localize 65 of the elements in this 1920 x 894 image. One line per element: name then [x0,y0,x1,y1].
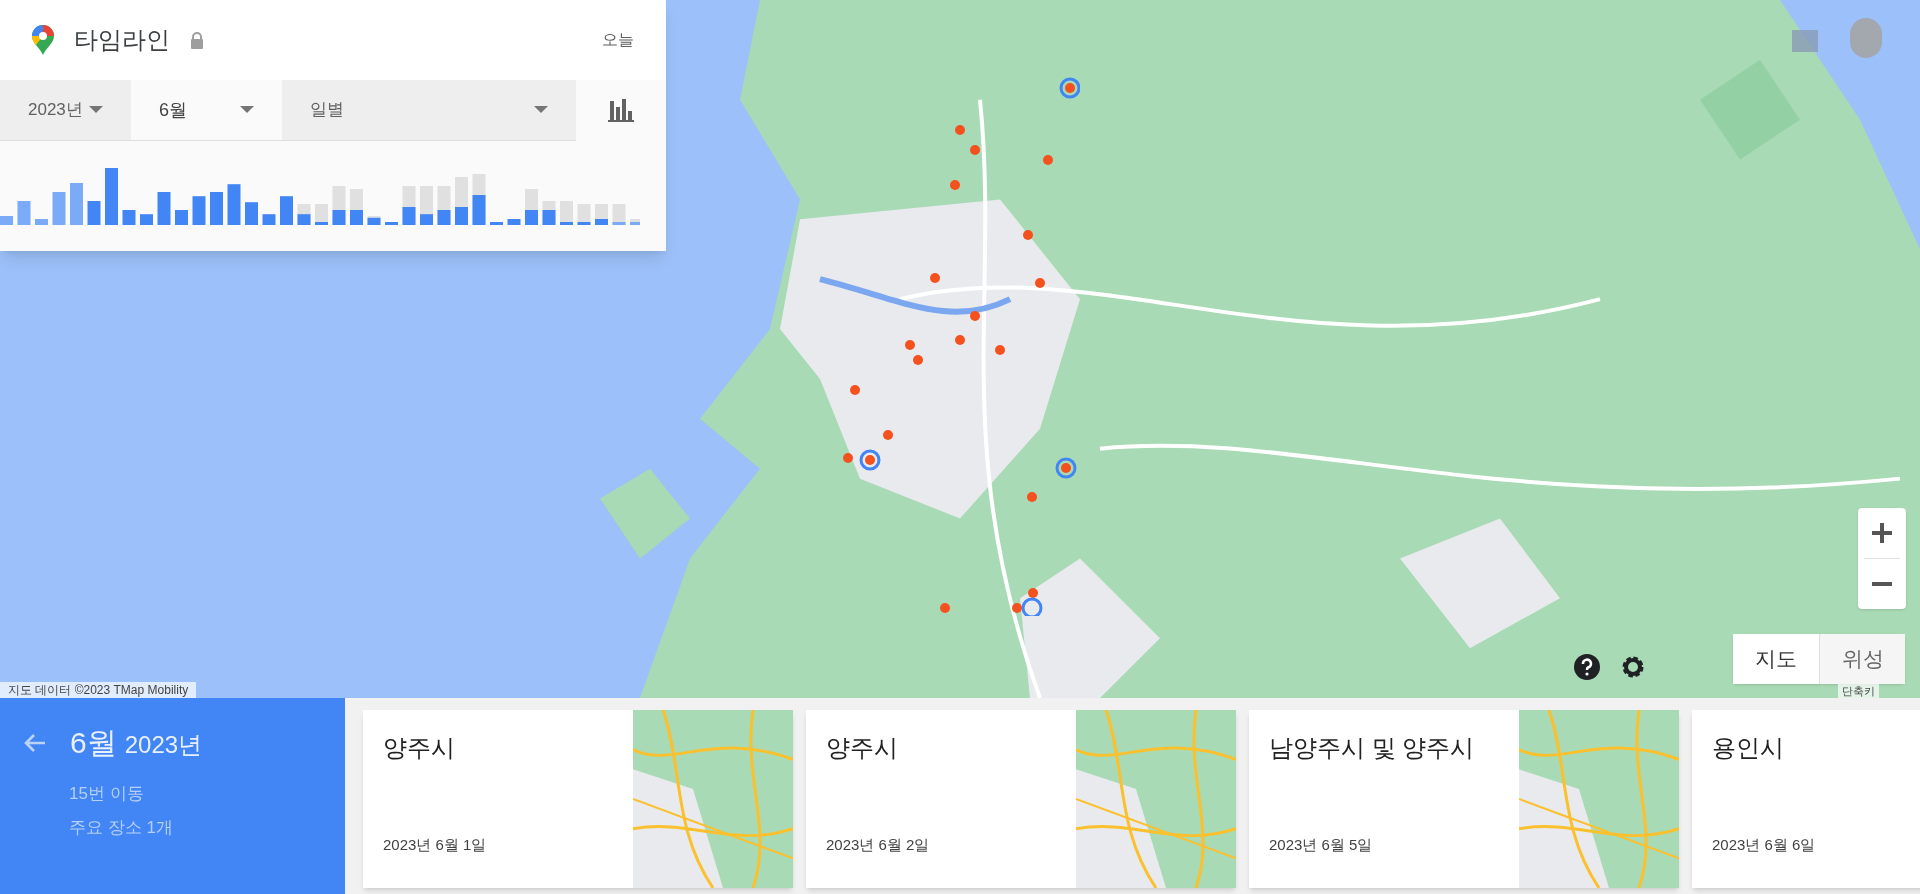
histogram-bar[interactable] [122,210,136,225]
back-arrow-icon[interactable] [24,732,46,753]
summary-year: 2023년 [124,729,203,760]
minus-icon [1872,582,1892,586]
day-date: 2023년 6월 6일 [1712,834,1817,855]
histogram-bar[interactable] [595,204,608,225]
histogram-bar[interactable] [315,204,328,225]
histogram-bar[interactable] [367,216,381,225]
histogram-bar[interactable] [350,189,363,225]
day-title: 남양주시 및 양주시 [1269,733,1476,763]
histogram-bar[interactable] [157,192,171,225]
histogram-bar[interactable] [140,214,153,225]
filter-dropdown[interactable]: 일별 [282,80,576,141]
histogram-bar[interactable] [52,192,66,225]
map-pin-icon [32,25,54,55]
shortcuts-link[interactable]: 단축키 [1838,684,1879,698]
map-type-button[interactable]: 위성 [1819,634,1905,684]
histogram-bar[interactable] [437,186,451,225]
day-title: 용인시 [1712,733,1785,763]
day-card[interactable]: 용인시 2023년 6월 6일 [1692,710,1920,888]
caret-icon [534,106,548,114]
histogram-bar[interactable] [542,201,556,225]
day-date: 2023년 6월 5일 [1269,834,1374,855]
histogram-bar[interactable] [297,204,311,225]
histogram-bar[interactable] [472,174,486,225]
map-type-button[interactable]: 지도 [1733,634,1819,684]
caret-icon [240,106,254,114]
histogram-bar[interactable] [17,201,31,225]
day-card[interactable]: 양주시 2023년 6월 2일 [806,710,1236,888]
timeline-title: 타임라인 [74,25,170,55]
trips-count: 15번 이동 [69,783,145,805]
histogram-bar[interactable] [455,177,468,225]
day-date: 2023년 6월 2일 [826,834,931,855]
filter-dropdown[interactable]: 2023년 [0,80,131,141]
apps-icon[interactable] [1792,30,1818,52]
bar-chart-icon [608,98,634,123]
day-title: 양주시 [826,733,899,763]
lock-icon [190,31,204,49]
day-date: 2023년 6월 1일 [383,834,488,855]
today-button[interactable]: 오늘 [602,28,634,52]
summary-month: 6월 [70,725,117,761]
histogram-bar[interactable] [525,189,538,225]
places-count: 주요 장소 1개 [69,816,174,839]
histogram-bar[interactable] [507,219,521,225]
histogram-bar[interactable] [577,204,591,225]
histogram-bar[interactable] [612,204,626,225]
histogram-bar[interactable] [332,186,346,225]
histogram-bar[interactable] [245,202,258,225]
day-card[interactable]: 남양주시 및 양주시 2023년 6월 5일 [1249,710,1679,888]
histogram-bar[interactable] [87,201,101,225]
histogram-bar[interactable] [262,214,276,225]
caret-icon [89,106,103,114]
settings-icon[interactable] [1620,654,1646,680]
plus-icon [1872,523,1892,543]
histogram-bar[interactable] [420,186,433,225]
histogram-bar[interactable] [560,201,573,225]
histogram-bar[interactable] [192,196,206,225]
map-attribution: 지도 데이터 ©2023 TMap Mobility [0,682,197,698]
histogram-bar[interactable] [280,196,293,225]
day-title: 양주시 [383,733,456,763]
help-icon[interactable] [1574,654,1600,680]
histogram-bar[interactable] [402,186,416,225]
histogram-bar[interactable] [227,184,241,225]
histogram-bar[interactable] [630,219,640,225]
day-card[interactable]: 양주시 2023년 6월 1일 [363,710,793,888]
